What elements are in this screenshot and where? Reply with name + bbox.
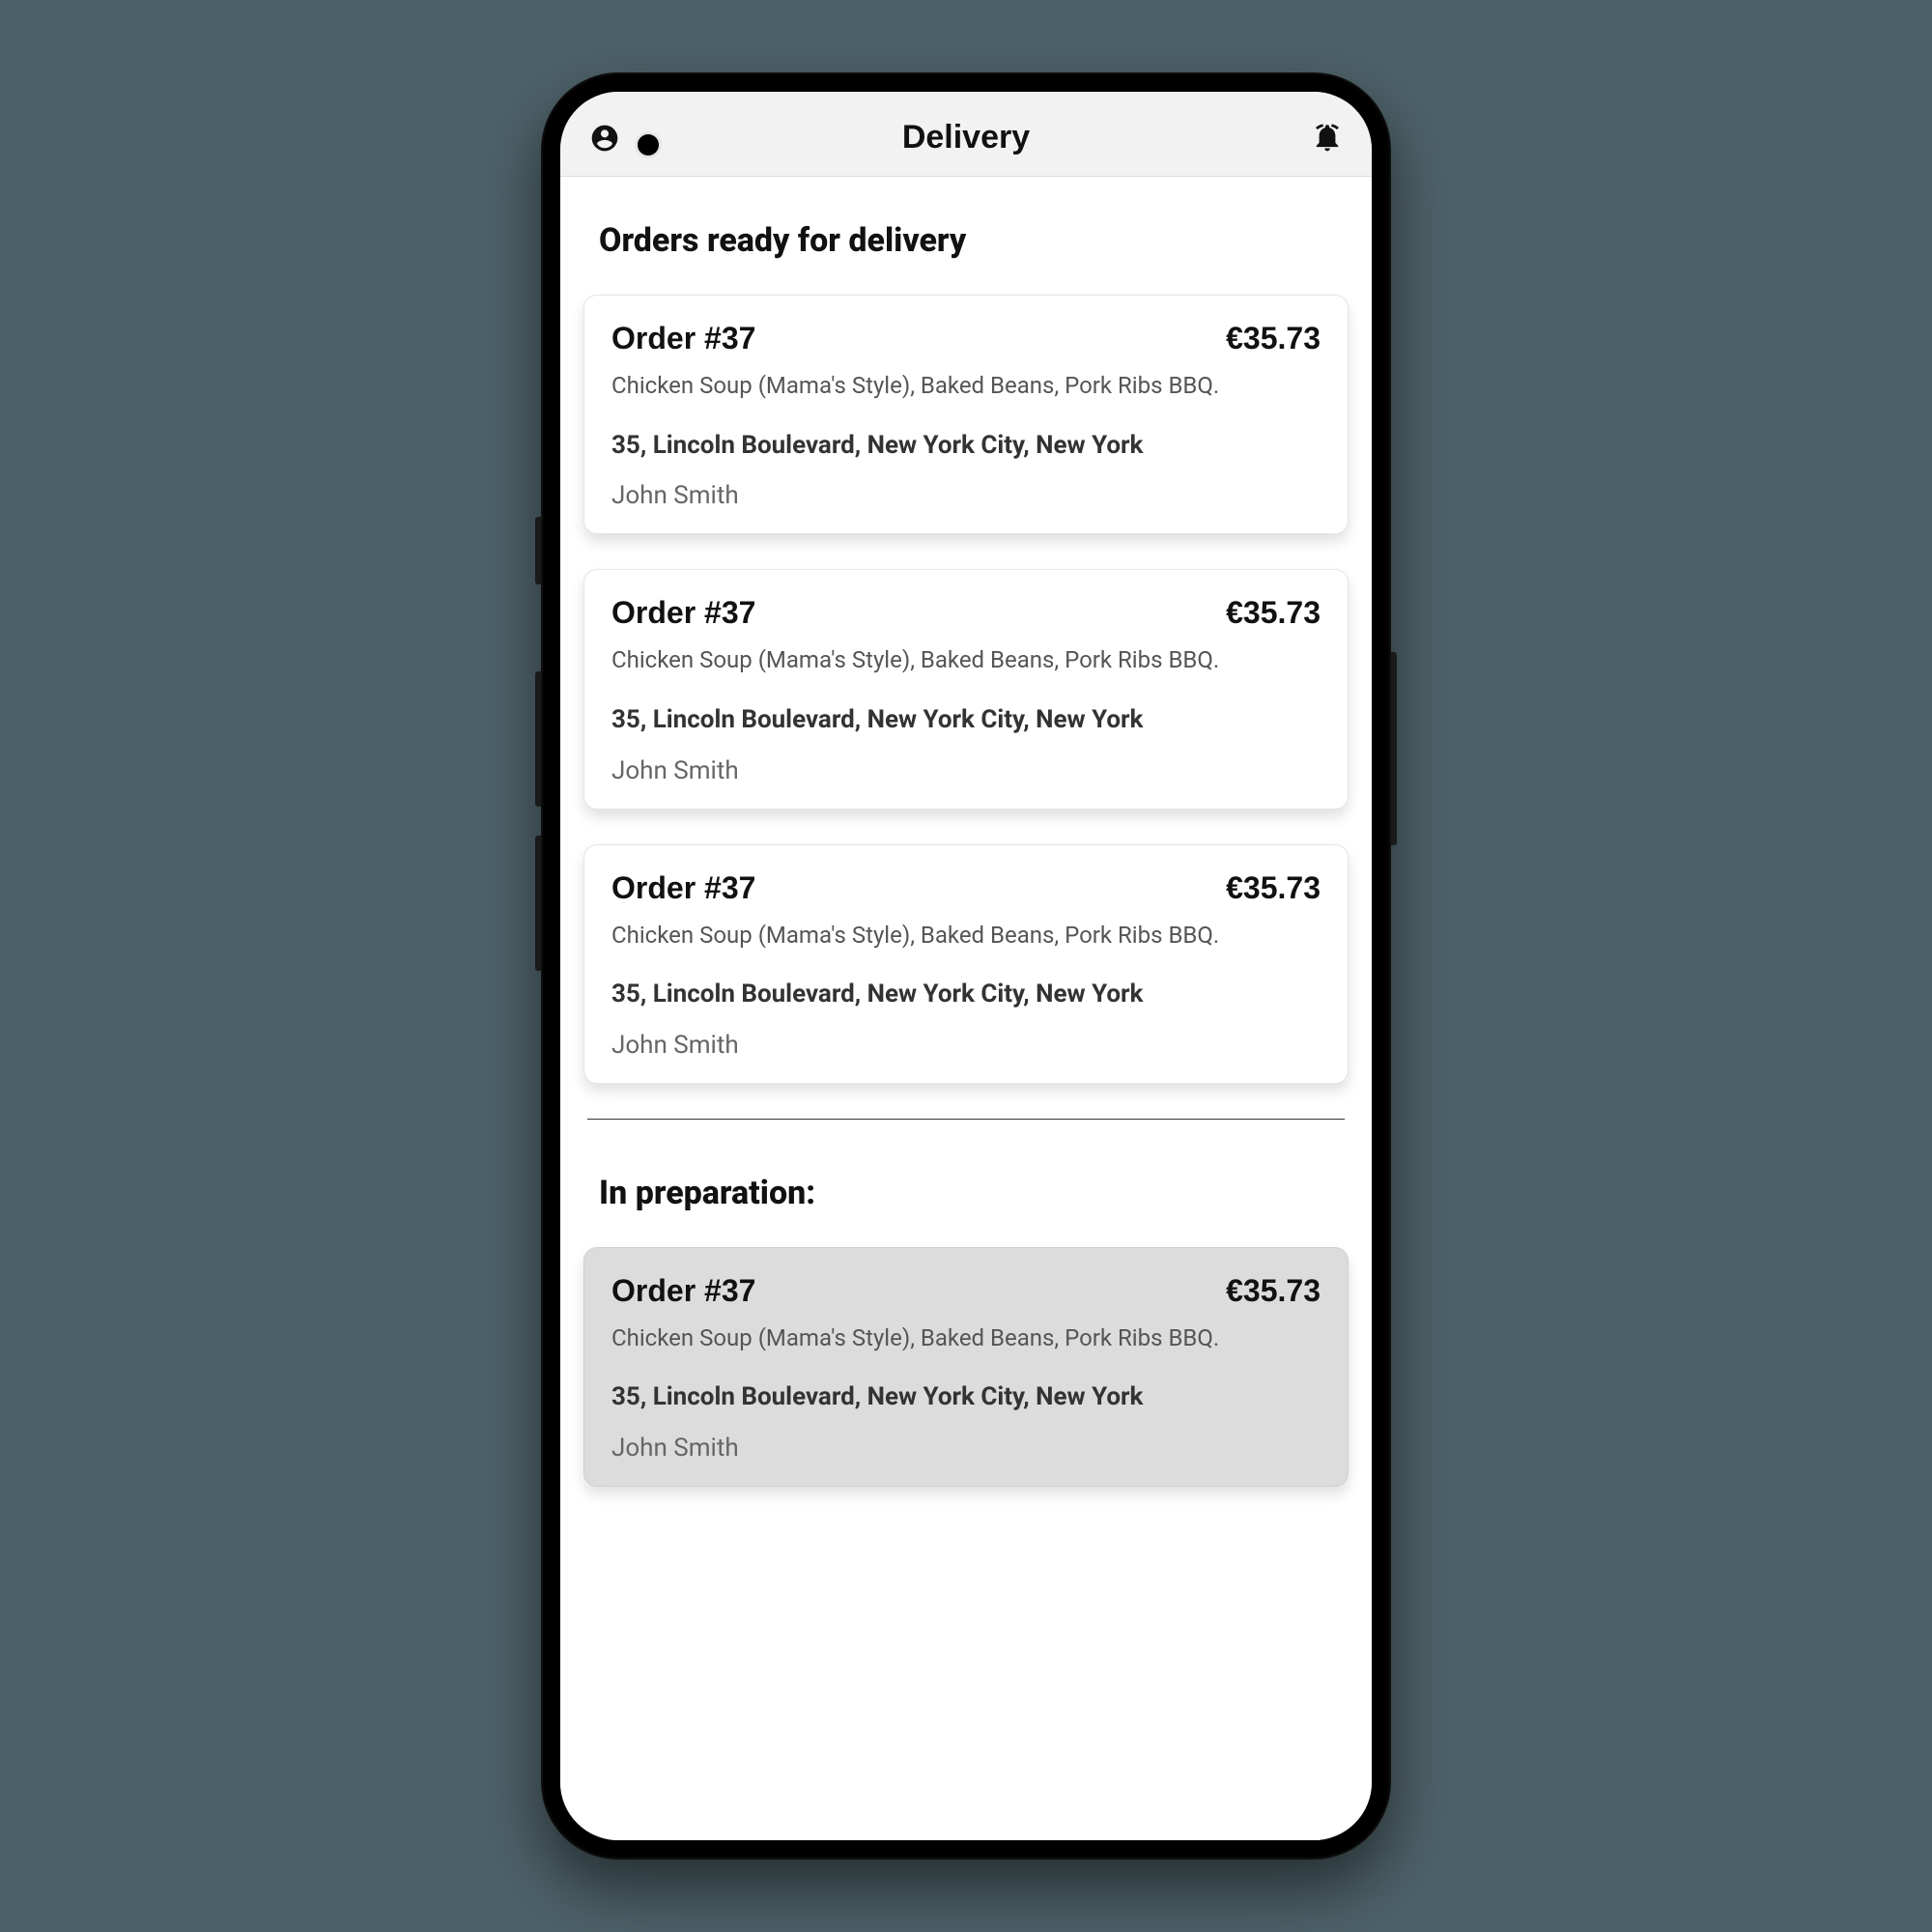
order-id: Order #37 [611, 870, 755, 906]
order-address: 35, Lincoln Boulevard, New York City, Ne… [611, 702, 1321, 739]
order-price: €35.73 [1226, 595, 1321, 631]
phone-frame: Delivery Orders ready for delivery Order… [541, 72, 1391, 1860]
order-address: 35, Lincoln Boulevard, New York City, Ne… [611, 977, 1321, 1013]
order-address: 35, Lincoln Boulevard, New York City, Ne… [611, 428, 1321, 465]
section-title-preparation: In preparation: [560, 1120, 1372, 1247]
order-card[interactable]: Order #37 €35.73 Chicken Soup (Mama's St… [583, 569, 1349, 809]
order-price: €35.73 [1226, 321, 1321, 356]
phone-camera-dot [638, 134, 659, 156]
order-customer: John Smith [611, 756, 1321, 785]
order-items: Chicken Soup (Mama's Style), Baked Beans… [611, 920, 1321, 952]
order-card[interactable]: Order #37 €35.73 Chicken Soup (Mama's St… [583, 295, 1349, 534]
order-customer: John Smith [611, 481, 1321, 510]
phone-volume-up [535, 671, 541, 807]
order-address: 35, Lincoln Boulevard, New York City, Ne… [611, 1379, 1321, 1416]
order-card[interactable]: Order #37 €35.73 Chicken Soup (Mama's St… [583, 844, 1349, 1084]
page-title: Delivery [902, 119, 1030, 156]
order-customer: John Smith [611, 1031, 1321, 1060]
app-header: Delivery [560, 92, 1372, 177]
order-items: Chicken Soup (Mama's Style), Baked Beans… [611, 644, 1321, 677]
order-items: Chicken Soup (Mama's Style), Baked Beans… [611, 370, 1321, 403]
phone-screen: Delivery Orders ready for delivery Order… [560, 92, 1372, 1840]
order-card-preparation[interactable]: Order #37 €35.73 Chicken Soup (Mama's St… [583, 1247, 1349, 1487]
scroll-content[interactable]: Orders ready for delivery Order #37 €35.… [560, 177, 1372, 1840]
order-id: Order #37 [611, 321, 755, 356]
phone-volume-down [535, 836, 541, 971]
account-icon[interactable] [589, 123, 620, 154]
order-customer: John Smith [611, 1434, 1321, 1463]
order-items: Chicken Soup (Mama's Style), Baked Beans… [611, 1322, 1321, 1355]
order-price: €35.73 [1226, 1273, 1321, 1309]
order-id: Order #37 [611, 595, 755, 631]
phone-side-button [535, 517, 541, 584]
section-title-ready: Orders ready for delivery [560, 177, 1372, 295]
order-price: €35.73 [1226, 870, 1321, 906]
order-id: Order #37 [611, 1273, 755, 1309]
phone-power-button [1391, 652, 1397, 845]
notifications-icon[interactable] [1312, 123, 1343, 154]
